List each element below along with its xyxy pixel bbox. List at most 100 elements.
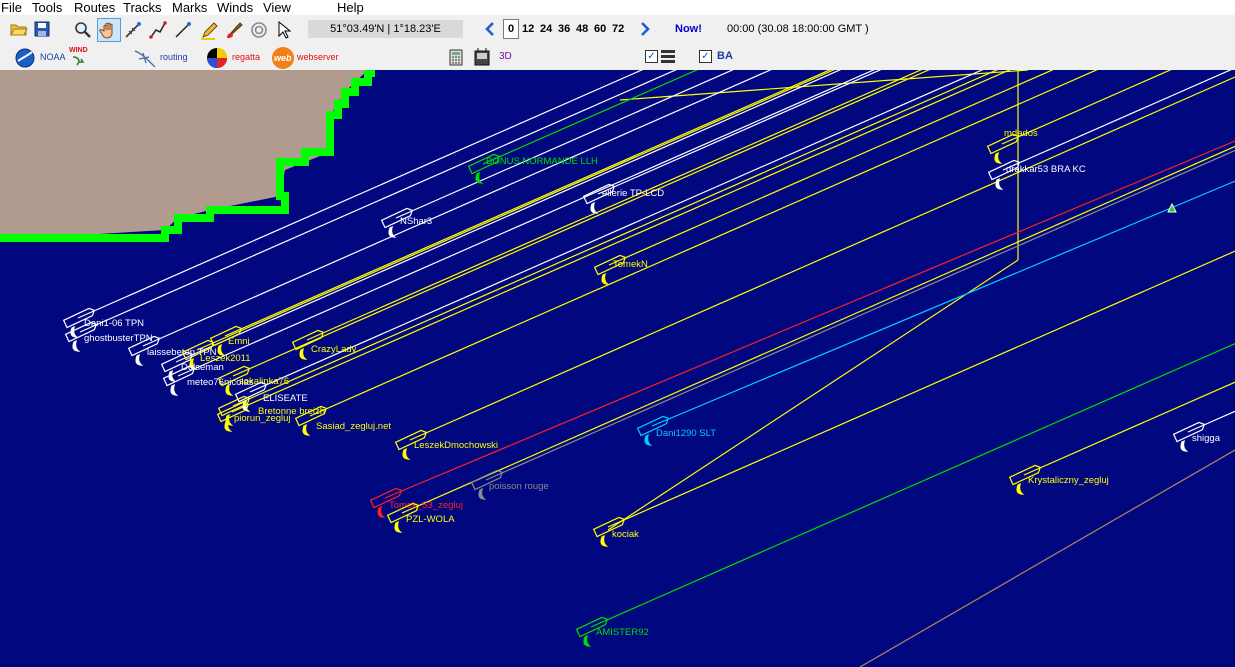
track-line bbox=[232, 70, 999, 407]
menu-marks[interactable]: Marks bbox=[172, 0, 207, 15]
boat-sail bbox=[644, 433, 653, 446]
track-line bbox=[196, 70, 835, 351]
track-line bbox=[309, 70, 1098, 417]
pencil-icon[interactable] bbox=[200, 20, 218, 40]
menu-file[interactable]: File bbox=[1, 0, 22, 15]
boat-sail bbox=[299, 347, 308, 360]
boat-label: poisson rouge bbox=[489, 481, 549, 492]
pointer-icon[interactable] bbox=[277, 21, 291, 39]
routing-label[interactable]: routing bbox=[160, 51, 188, 63]
boat-label: PZL-WOLA bbox=[406, 514, 455, 525]
layers-checkbox[interactable]: ✓ bbox=[645, 50, 658, 63]
route-tool-icon[interactable] bbox=[149, 21, 167, 39]
track-line bbox=[651, 180, 1235, 427]
waypoint-icon[interactable] bbox=[1167, 202, 1177, 213]
save-icon[interactable] bbox=[34, 21, 50, 37]
gps-device-icon[interactable] bbox=[472, 47, 492, 67]
boat-label: Krystaliczny_zegluj bbox=[1028, 475, 1109, 486]
track-line bbox=[607, 250, 1235, 528]
boat-label: mdados bbox=[1004, 128, 1038, 139]
menu-tools[interactable]: Tools bbox=[32, 0, 62, 15]
hour-48[interactable]: 48 bbox=[576, 21, 588, 37]
boat-label: BONUS NORMANDE LLH bbox=[486, 156, 598, 167]
time-display: 00:00 (30.08 18:00:00 GMT ) bbox=[727, 23, 869, 35]
boat-sail bbox=[1016, 482, 1025, 495]
hour-72[interactable]: 72 bbox=[612, 21, 624, 37]
boat-label: Dani1290 SLT bbox=[656, 428, 716, 439]
track-line bbox=[409, 76, 1235, 441]
ba-checkbox[interactable]: ✓ bbox=[699, 50, 712, 63]
boat-sail bbox=[72, 339, 81, 352]
boat-sail bbox=[377, 505, 386, 518]
map-canvas[interactable]: BONUS NORMANDE LLH mdados drakkar53 BRA KC… bbox=[0, 70, 1235, 667]
web-label: web bbox=[274, 53, 292, 63]
wind-label: WIND bbox=[69, 47, 88, 54]
open-folder-icon[interactable] bbox=[10, 21, 28, 37]
boat-label: shigga bbox=[1192, 433, 1221, 444]
boat-label: Emni bbox=[228, 336, 250, 347]
boat-sail bbox=[995, 177, 1004, 190]
track-line bbox=[1187, 410, 1235, 433]
boat-label: piorun_zegluj bbox=[234, 413, 291, 424]
wind-plugin-button[interactable]: WIND bbox=[68, 47, 90, 67]
ba-label: BA bbox=[717, 50, 733, 62]
calculator-icon[interactable] bbox=[449, 49, 463, 66]
track-line bbox=[590, 343, 1235, 628]
routing-icon[interactable] bbox=[133, 47, 157, 69]
regatta-label[interactable]: regatta bbox=[232, 51, 260, 63]
pan-tool-button[interactable] bbox=[97, 18, 121, 42]
track-line bbox=[249, 70, 984, 393]
boat-sail bbox=[135, 353, 144, 366]
regatta-icon[interactable] bbox=[206, 47, 228, 69]
boat-sail bbox=[302, 423, 311, 436]
boat-sail bbox=[478, 487, 487, 500]
three-d-button[interactable]: 3D bbox=[499, 51, 512, 63]
hour-60[interactable]: 60 bbox=[594, 21, 606, 37]
boat-label: Sasiad_zegluj.net bbox=[316, 421, 391, 432]
target-icon[interactable] bbox=[250, 21, 268, 39]
boat-label: sokalinka76 bbox=[239, 376, 289, 387]
boat-sail bbox=[994, 151, 1003, 164]
noaa-icon[interactable] bbox=[15, 48, 35, 68]
plugin-toolbar: NOAA WIND routing regatta web webserver … bbox=[0, 44, 1235, 70]
brush-icon[interactable] bbox=[225, 20, 243, 40]
track-line bbox=[485, 149, 1235, 481]
hour-12[interactable]: 12 bbox=[522, 21, 534, 37]
main-toolbar: 51°03.49'N | 1°18.23'E 0 12 24 36 48 60 … bbox=[0, 15, 1235, 44]
track-line bbox=[306, 70, 923, 341]
web-icon[interactable]: web bbox=[272, 47, 294, 69]
boat-label: ellerie TP-LCD bbox=[602, 188, 664, 199]
boat-sail bbox=[394, 520, 403, 533]
chevron-right-icon[interactable] bbox=[639, 22, 651, 36]
hour-36[interactable]: 36 bbox=[558, 21, 570, 37]
boat-label: kociak bbox=[612, 529, 639, 540]
boat-label: ELISEATE bbox=[263, 393, 308, 404]
now-button[interactable]: Now! bbox=[675, 21, 702, 37]
sea-map[interactable]: BONUS NORMANDE LLH mdados drakkar53 BRA KC… bbox=[0, 70, 1235, 667]
line-tool-icon[interactable] bbox=[174, 21, 192, 39]
hour-selected[interactable]: 0 bbox=[503, 19, 519, 39]
layers-icon bbox=[661, 50, 675, 63]
boat-label: CrazyLady bbox=[311, 344, 357, 355]
webserver-label[interactable]: webserver bbox=[297, 51, 339, 63]
menu-winds[interactable]: Winds bbox=[217, 0, 253, 15]
measure-icon[interactable] bbox=[124, 21, 142, 39]
boat-label: drakkar53 BRA KC bbox=[1006, 164, 1086, 175]
menu-help[interactable]: Help bbox=[337, 0, 364, 15]
boat-sail bbox=[402, 447, 411, 460]
menu-routes[interactable]: Routes bbox=[74, 0, 115, 15]
boat-sail bbox=[601, 272, 610, 285]
hour-24[interactable]: 24 bbox=[540, 21, 552, 37]
track-line bbox=[395, 70, 734, 219]
wind-arrow-icon bbox=[72, 56, 85, 66]
hand-icon bbox=[99, 22, 113, 39]
boat-sail bbox=[1180, 439, 1189, 452]
noaa-label[interactable]: NOAA bbox=[40, 51, 66, 63]
boat-sail bbox=[600, 534, 609, 547]
menu-tracks[interactable]: Tracks bbox=[123, 0, 162, 15]
chevron-left-icon[interactable] bbox=[484, 22, 496, 36]
boat-label: TomekN bbox=[613, 259, 648, 270]
zoom-icon[interactable] bbox=[74, 21, 92, 39]
track-line bbox=[224, 70, 832, 337]
menu-view[interactable]: View bbox=[263, 0, 291, 15]
